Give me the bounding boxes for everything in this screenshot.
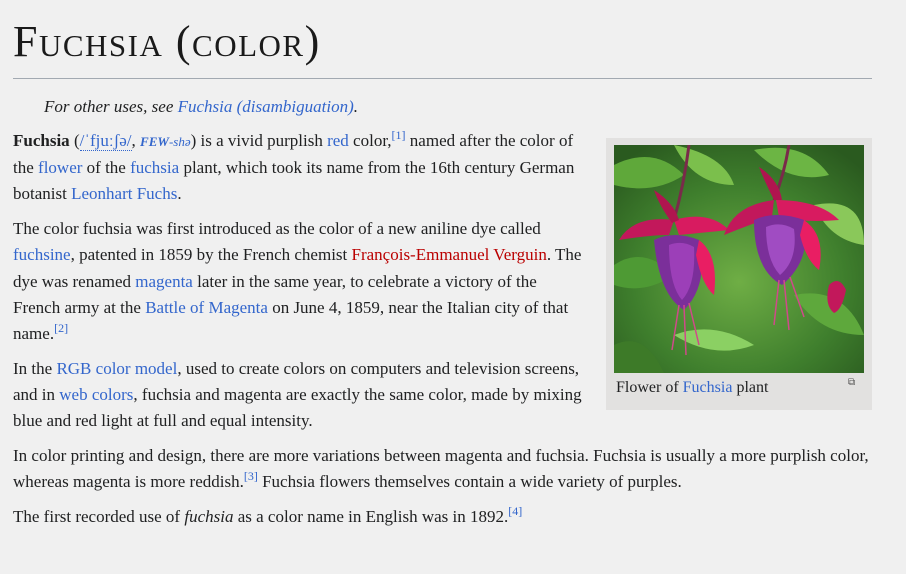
paragraph-first-use: The first recorded use of fuchsia as a c… — [13, 504, 873, 530]
respelling-rest: -shə — [168, 134, 191, 149]
text-run: as a color name in English was in 1892. — [233, 506, 509, 526]
magenta-link[interactable]: magenta — [135, 272, 193, 291]
fuchsia-italic-term: fuchsia — [184, 506, 234, 526]
caption-prefix: Flower of — [616, 379, 683, 396]
text-run: of the — [82, 158, 131, 178]
verguin-link[interactable]: François-Emmanuel Verguin — [352, 245, 547, 264]
article-body: Flower of Fuchsia plant ⧉ Fuchsia (/ˈfju… — [13, 128, 873, 538]
battle-of-magenta-link[interactable]: Battle of Magenta — [145, 298, 268, 317]
caption-suffix: plant — [732, 379, 769, 396]
image-caption: Flower of Fuchsia plant — [616, 377, 768, 399]
text-run: Fuchsia flowers themselves contain a wid… — [257, 471, 682, 491]
title-divider — [13, 78, 872, 79]
fuchsine-link[interactable]: fuchsine — [13, 245, 71, 264]
disambiguation-link[interactable]: Fuchsia (disambiguation) — [178, 97, 354, 116]
ipa-pronunciation-link[interactable]: /ˈfjuːʃə/ — [79, 131, 132, 151]
term-bold: Fuchsia — [13, 131, 70, 150]
paragraph-printing: In color printing and design, there are … — [13, 443, 873, 495]
leonhart-fuchs-link[interactable]: Leonhart Fuchs — [71, 184, 177, 203]
caption-fuchsia-link[interactable]: Fuchsia — [683, 379, 733, 396]
hatnote-suffix: . — [353, 97, 359, 116]
text-run: The first recorded use of — [13, 506, 185, 526]
magnify-clip-icon[interactable]: ⧉ — [848, 378, 860, 388]
fuchsia-flower-photo[interactable] — [614, 145, 864, 373]
text-run: In the — [13, 358, 57, 378]
respelling-stressed: FEW — [140, 134, 169, 149]
image-thumbnail: Flower of Fuchsia plant ⧉ — [606, 138, 872, 410]
text-run: ( — [69, 131, 80, 150]
hatnote: For other uses, see Fuchsia (disambiguat… — [44, 96, 358, 118]
text-run: , — [131, 131, 141, 150]
reference-3-link[interactable]: [3] — [244, 469, 258, 483]
flower-link[interactable]: flower — [38, 158, 82, 177]
reference-1-link[interactable]: [1] — [392, 128, 406, 142]
respelling-link[interactable]: FEW-shə — [140, 134, 191, 149]
text-run: color, — [348, 131, 392, 150]
text-run: ) is a vivid purplish — [190, 131, 328, 150]
fuchsia-plant-link[interactable]: fuchsia — [130, 158, 179, 177]
hatnote-prefix: For other uses, see — [44, 97, 178, 116]
red-link[interactable]: red — [327, 131, 349, 150]
web-colors-link[interactable]: web colors — [59, 385, 133, 404]
reference-4-link[interactable]: [4] — [508, 504, 522, 518]
article: Fuchsia (color) For other uses, see Fuch… — [0, 0, 906, 574]
text-run: . — [177, 184, 182, 204]
text-run: , patented in 1859 by the French chemist — [70, 245, 352, 265]
text-run: The color fuchsia was first introduced a… — [13, 219, 541, 239]
page-title: Fuchsia (color) — [13, 17, 321, 66]
reference-2-link[interactable]: [2] — [54, 321, 68, 335]
rgb-color-model-link[interactable]: RGB color model — [56, 359, 177, 378]
